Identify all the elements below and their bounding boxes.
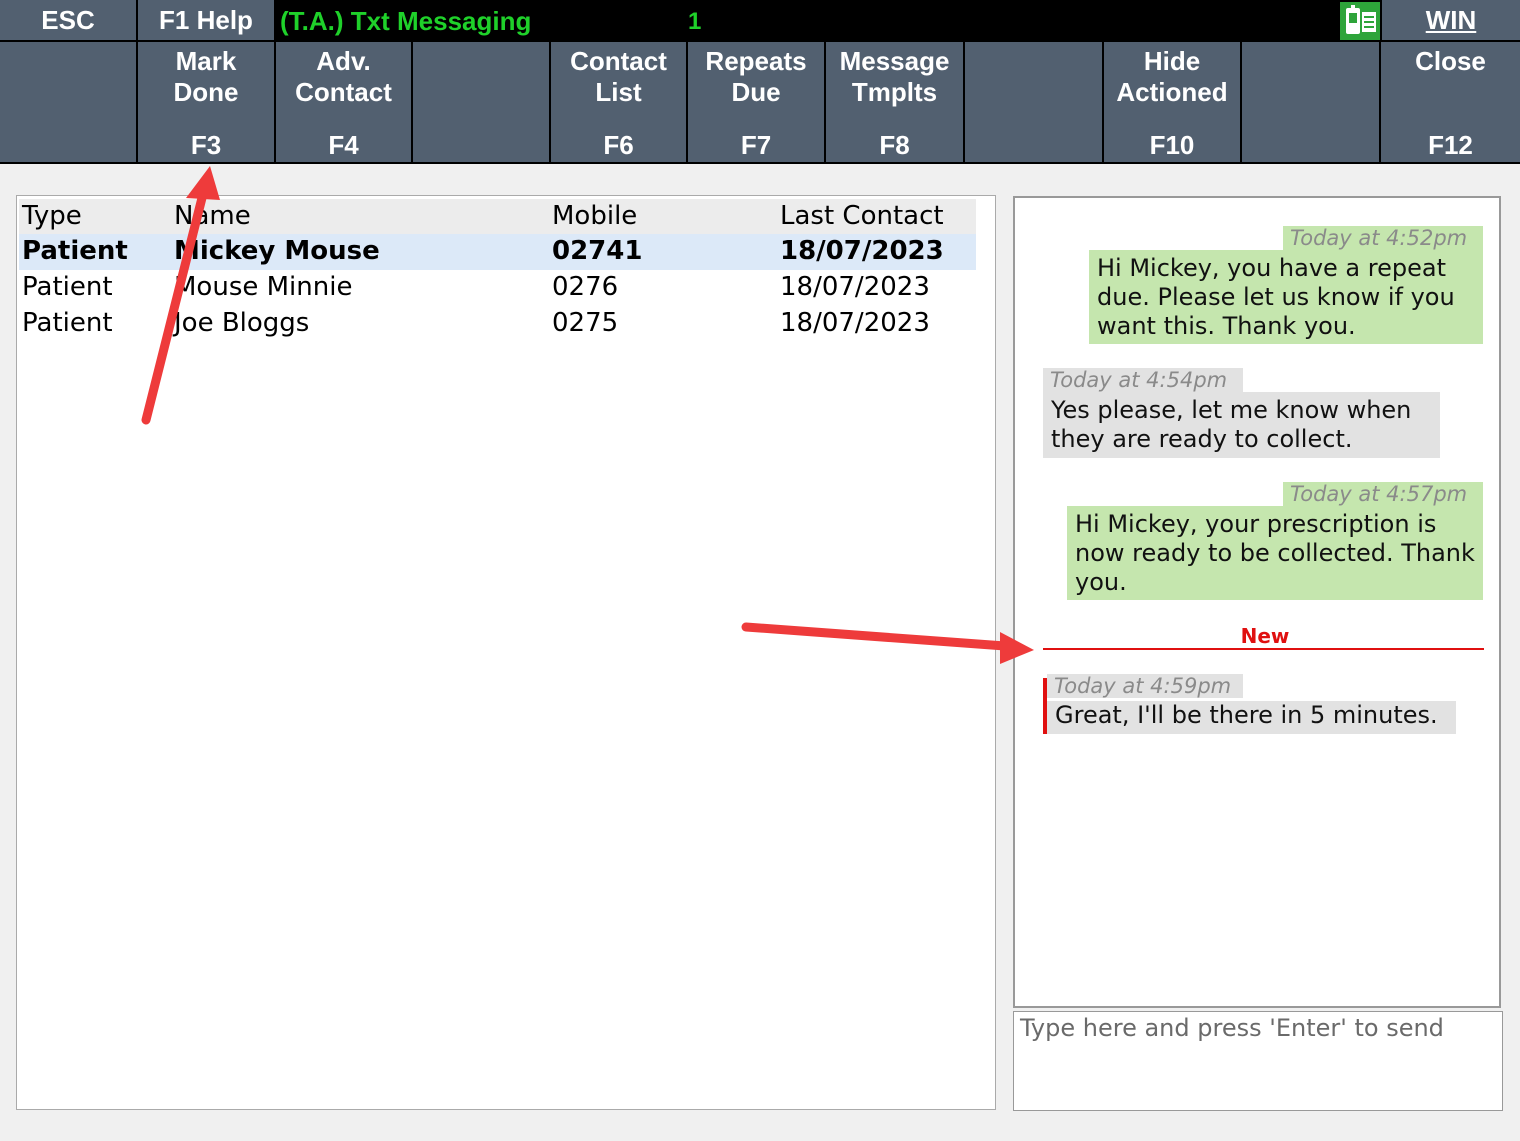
message-templates-button[interactable]: Message Tmplts F8 <box>826 42 963 162</box>
message-input[interactable] <box>1014 1012 1502 1110</box>
message-timestamp: Today at 4:57pm <box>1283 482 1483 506</box>
fkey-blank-11 <box>1242 42 1379 162</box>
contact-row-selected[interactable]: Patient Mickey Mouse 02741 18/07/2023 <box>19 234 976 270</box>
new-messages-divider <box>1043 648 1484 650</box>
contact-list-panel: Type Name Mobile Last Contact Patient Mi… <box>16 195 996 1110</box>
fkey-label: Close <box>1415 46 1486 76</box>
sms-phone-icon-glyph <box>1346 5 1376 34</box>
contact-mobile: 0275 <box>552 308 619 338</box>
contact-mobile: 0276 <box>552 272 619 302</box>
incoming-message: Great, I'll be there in 5 minutes. <box>1047 701 1456 734</box>
column-header-mobile[interactable]: Mobile <box>552 201 637 231</box>
fkey-label: Hide Actioned <box>1116 46 1228 107</box>
column-header-name[interactable]: Name <box>174 201 251 231</box>
fkey-label: Contact List <box>570 46 667 107</box>
repeats-due-button[interactable]: Repeats Due F7 <box>688 42 824 162</box>
message-input-box[interactable] <box>1013 1011 1503 1111</box>
contact-last-contact: 18/07/2023 <box>780 236 944 266</box>
fkey-label: Mark Done <box>173 46 239 107</box>
contact-name: Mickey Mouse <box>174 236 380 266</box>
fkey-key: F7 <box>740 130 772 160</box>
column-header-last-contact[interactable]: Last Contact <box>780 201 944 231</box>
unread-count: 1 <box>688 8 702 35</box>
fkey-key: F3 <box>190 130 222 160</box>
hide-actioned-button[interactable]: Hide Actioned F10 <box>1104 42 1240 162</box>
contact-last-contact: 18/07/2023 <box>780 272 930 302</box>
column-header-type[interactable]: Type <box>22 201 82 231</box>
contact-type: Patient <box>22 272 113 302</box>
fkey-key: F4 <box>328 130 359 160</box>
contact-type: Patient <box>22 308 113 338</box>
adv-contact-button[interactable]: Adv. Contact F4 <box>276 42 411 162</box>
help-button[interactable]: F1 Help <box>138 0 274 40</box>
fkey-key: F12 <box>1428 130 1473 160</box>
close-button[interactable]: Close F12 <box>1381 42 1520 162</box>
conversation-panel: Today at 4:52pm Hi Mickey, you have a re… <box>1013 196 1501 1008</box>
fkey-label: Repeats Due <box>705 46 807 107</box>
fkey-key: F6 <box>603 130 634 160</box>
outgoing-message: Hi Mickey, your prescription is now read… <box>1067 506 1483 600</box>
sms-phone-icon[interactable] <box>1340 2 1380 40</box>
fkey-label: Message Tmplts <box>839 46 950 107</box>
message-timestamp: Today at 4:52pm <box>1283 226 1483 250</box>
outgoing-message: Hi Mickey, you have a repeat due. Please… <box>1089 250 1483 344</box>
fkey-key: F8 <box>879 130 910 160</box>
message-timestamp: Today at 4:59pm <box>1047 674 1243 698</box>
mark-done-button[interactable]: Mark Done F3 <box>138 42 274 162</box>
fkey-blank-5 <box>413 42 549 162</box>
contact-type: Patient <box>22 236 128 266</box>
contact-name: Joe Bloggs <box>174 308 310 338</box>
contact-last-contact: 18/07/2023 <box>780 308 930 338</box>
contact-row[interactable]: Patient Mouse Minnie 0276 18/07/2023 <box>19 270 976 306</box>
fkey-blank-1 <box>0 42 136 162</box>
contact-mobile: 02741 <box>552 236 643 266</box>
list-header: Type Name Mobile Last Contact <box>19 199 976 235</box>
function-key-bar: Mark Done F3 Adv. Contact F4 Contact Lis… <box>0 42 1520 164</box>
fkey-key: F10 <box>1149 130 1195 160</box>
contact-name: Mouse Minnie <box>174 272 353 302</box>
fkey-blank-9 <box>965 42 1102 162</box>
contact-row[interactable]: Patient Joe Bloggs 0275 18/07/2023 <box>19 306 976 342</box>
win-label: WIN <box>1425 4 1477 35</box>
app-title: (T.A.) Txt Messaging <box>280 6 532 36</box>
win-button[interactable]: WIN <box>1382 0 1520 40</box>
contact-list-button[interactable]: Contact List F6 <box>551 42 686 162</box>
esc-button[interactable]: ESC <box>0 0 136 40</box>
title-bar: ESC F1 Help (T.A.) Txt Messaging 1 WIN <box>0 0 1520 42</box>
message-timestamp: Today at 4:54pm <box>1043 368 1243 392</box>
fkey-label: Adv. Contact <box>295 46 392 107</box>
incoming-message: Yes please, let me know when they are re… <box>1043 392 1440 458</box>
new-messages-label: New <box>1240 624 1290 648</box>
